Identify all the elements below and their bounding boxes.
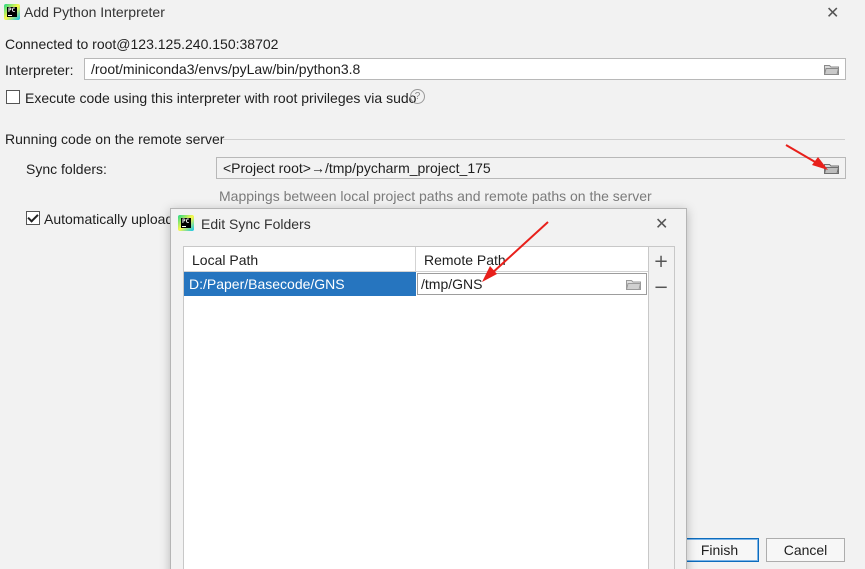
connection-info: Connected to root@123.125.240.150:38702 <box>5 36 279 52</box>
interpreter-value: /root/miniconda3/envs/pyLaw/bin/python3.… <box>91 61 361 77</box>
sync-folders-label: Sync folders: <box>26 161 107 177</box>
section-divider <box>223 139 845 140</box>
window-title: Add Python Interpreter <box>24 4 165 20</box>
folder-icon[interactable] <box>824 64 839 75</box>
add-icon[interactable]: + <box>653 253 669 271</box>
sync-folders-field[interactable]: <Project root>→/tmp/pycharm_project_175 <box>216 157 846 179</box>
remote-path-browse-icon[interactable] <box>626 279 641 290</box>
local-path-cell[interactable]: D:/Paper/Basecode/GNS <box>184 272 416 296</box>
finish-button[interactable]: Finish <box>680 538 759 562</box>
interpreter-label: Interpreter: <box>5 62 74 78</box>
sudo-checkbox[interactable] <box>6 90 20 104</box>
section-title: Running code on the remote server <box>5 131 225 147</box>
edit-sync-folders-dialog: PC Edit Sync Folders ✕ Local Path Remote… <box>170 208 687 569</box>
sudo-label: Execute code using this interpreter with… <box>25 90 417 106</box>
column-header-remote-path[interactable]: Remote Path <box>416 247 648 272</box>
help-icon[interactable]: ? <box>410 89 425 104</box>
remove-icon[interactable]: − <box>653 279 669 297</box>
dialog-title: Edit Sync Folders <box>201 216 311 232</box>
close-icon[interactable]: ✕ <box>826 3 839 22</box>
table-row[interactable]: D:/Paper/Basecode/GNS /tmp/GNS <box>184 272 648 296</box>
column-header-local-path[interactable]: Local Path <box>184 247 416 272</box>
sync-folders-browse-icon[interactable] <box>824 163 839 174</box>
sync-folders-value: <Project root>→/tmp/pycharm_project_175 <box>223 160 491 176</box>
remote-path-input[interactable]: /tmp/GNS <box>417 273 647 295</box>
sync-hint: Mappings between local project paths and… <box>219 188 652 204</box>
pycharm-logo-icon: PC <box>178 215 194 231</box>
sync-mappings-table: Local Path Remote Path D:/Paper/Basecode… <box>183 246 649 569</box>
title-bar: PC Add Python Interpreter ✕ <box>0 0 865 26</box>
interpreter-field[interactable]: /root/miniconda3/envs/pyLaw/bin/python3.… <box>84 58 846 80</box>
auto-upload-checkbox[interactable] <box>26 211 40 225</box>
table-toolbar: + − <box>649 246 675 569</box>
remote-path-value: /tmp/GNS <box>421 276 483 292</box>
auto-upload-label: Automatically upload <box>44 211 174 227</box>
dialog-close-icon[interactable]: ✕ <box>655 214 668 233</box>
cancel-button[interactable]: Cancel <box>766 538 845 562</box>
pycharm-logo-icon: PC <box>4 4 20 20</box>
